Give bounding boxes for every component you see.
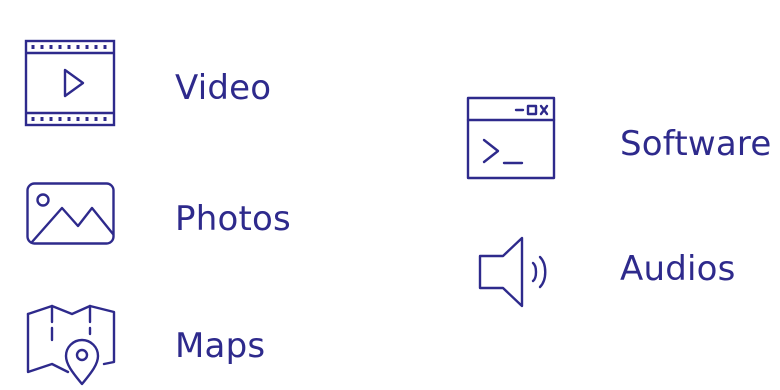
category-software[interactable]: Software	[466, 96, 780, 186]
category-maps[interactable]: Maps	[20, 300, 300, 386]
category-video-label: Video	[175, 68, 272, 108]
map-pin-icon	[26, 300, 118, 386]
photo-icon	[26, 182, 116, 246]
speaker-icon	[466, 235, 556, 309]
category-audios[interactable]: Audios	[466, 235, 766, 310]
category-photos-label: Photos	[175, 199, 291, 239]
category-photos[interactable]: Photos	[20, 180, 300, 250]
terminal-window-icon	[466, 96, 558, 182]
category-audios-label: Audios	[620, 249, 736, 289]
category-software-label: Software	[620, 124, 772, 164]
video-film-icon	[24, 39, 117, 128]
category-video[interactable]: Video	[20, 38, 300, 130]
category-maps-label: Maps	[175, 326, 266, 366]
